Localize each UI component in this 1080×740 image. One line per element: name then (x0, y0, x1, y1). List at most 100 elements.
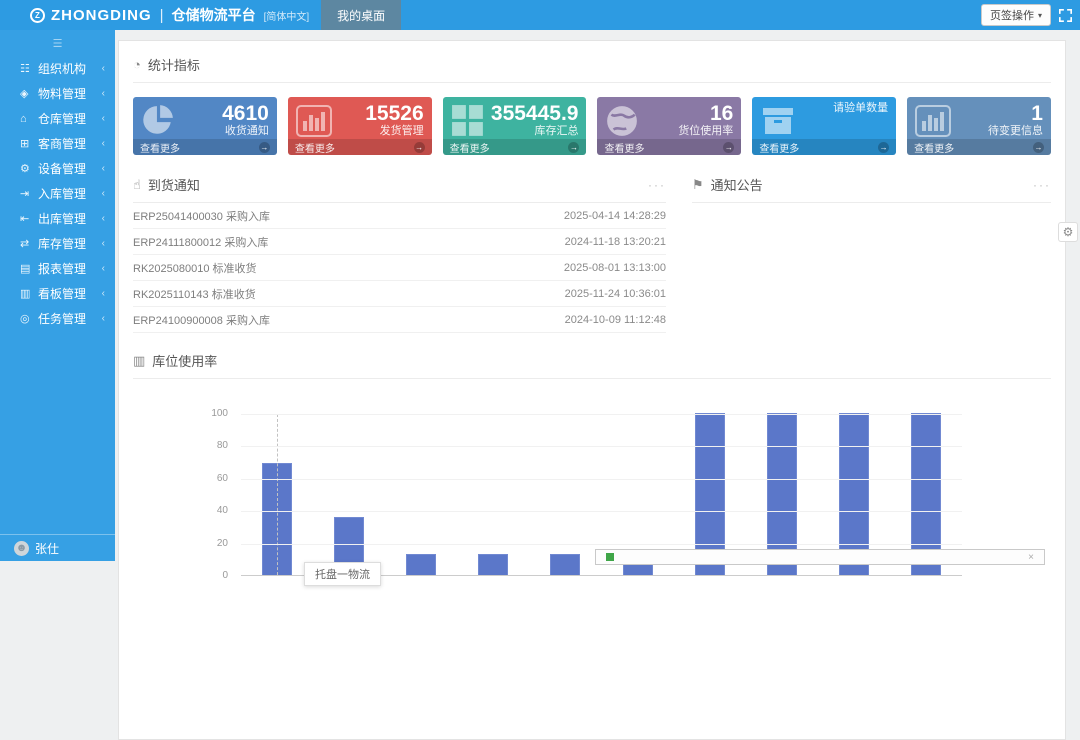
brand-separator: | (160, 7, 164, 24)
tab-actions-button[interactable]: 页签操作 ▾ (981, 4, 1051, 26)
arrival-time: 2025-04-14 14:28:29 (564, 210, 666, 222)
stat-value: 4610 (185, 102, 269, 125)
sidebar-collapse-icon[interactable]: ☰ (0, 30, 115, 56)
stat-value: 1 (959, 102, 1043, 125)
y-axis-tick-label: 20 (133, 538, 228, 549)
bar-chart-icon (296, 102, 340, 139)
sidebar-user[interactable]: ☻ 张仕 (0, 534, 115, 561)
arrow-circle-right-icon: → (414, 142, 425, 153)
outbound-icon: ⇤ (20, 212, 38, 225)
stat-card[interactable]: 16 货位使用率 查看更多 → (597, 97, 741, 155)
stat-cards: 4610 收货通知 查看更多 → 15526 发货管理 查看更多 → (133, 97, 1051, 155)
arrow-circle-right-icon: → (723, 142, 734, 153)
arrival-row[interactable]: ERP25041400030 采购入库 2025-04-14 14:28:29 (133, 203, 666, 229)
locale-switch[interactable]: [简体中文] (264, 8, 310, 23)
arrivals-menu-dots[interactable]: ··· (648, 178, 666, 192)
view-more-link[interactable]: 查看更多 → (443, 139, 587, 155)
sidebar-menu-item[interactable]: ☷ 组织机构 ‹ (0, 56, 115, 81)
sidebar-menu-item[interactable]: ⇤ 出库管理 ‹ (0, 206, 115, 231)
chevron-collapse-icon: ‹ (102, 313, 105, 324)
arrival-row[interactable]: RK2025110143 标准收货 2025-11-24 10:36:01 (133, 281, 666, 307)
sidebar-menu-item[interactable]: ◎ 任务管理 ‹ (0, 306, 115, 331)
view-more-link[interactable]: 查看更多 → (597, 139, 741, 155)
stat-card[interactable]: 1 待变更信息 查看更多 → (907, 97, 1051, 155)
fullscreen-icon[interactable] (1059, 9, 1072, 22)
sidebar-menu-item[interactable]: ⚙ 设备管理 ‹ (0, 156, 115, 181)
arrival-text: RK2025110143 标准收货 (133, 286, 256, 302)
gridline (241, 446, 962, 447)
sidebar-menu-item[interactable]: ⊞ 客商管理 ‹ (0, 131, 115, 156)
sidebar-menu-item[interactable]: ▥ 看板管理 ‹ (0, 281, 115, 306)
arrival-row[interactable]: ERP24100900008 采购入库 2024-10-09 11:12:48 (133, 307, 666, 333)
chevron-collapse-icon: ‹ (102, 138, 105, 149)
bottom-popup-bar[interactable]: × (595, 549, 1045, 565)
stat-card[interactable]: 15526 发货管理 查看更多 → (288, 97, 432, 155)
brand: Z ZHONGDING | 仓储物流平台 [简体中文] (0, 5, 309, 25)
arrival-time: 2024-10-09 11:12:48 (565, 314, 666, 326)
stat-value: 16 (649, 102, 733, 125)
axis-pointer-line (277, 414, 278, 575)
box-icon (760, 102, 804, 139)
stat-label: 库存汇总 (491, 125, 579, 137)
sidebar-menu-item[interactable]: ⇄ 库存管理 ‹ (0, 231, 115, 256)
stat-card[interactable]: 355445.9 库存汇总 查看更多 → (443, 97, 587, 155)
kanban-icon: ▥ (20, 287, 38, 300)
chevron-collapse-icon: ‹ (102, 113, 105, 124)
arrivals-title: 到货通知 (148, 175, 200, 194)
thumbs-up-icon: ☝ (133, 177, 141, 193)
view-more-link[interactable]: 查看更多 → (752, 139, 896, 155)
task-icon: ◎ (20, 312, 38, 325)
gridline (241, 511, 962, 512)
stat-value: 15526 (340, 102, 424, 125)
gauge-icon: ◔ (133, 57, 141, 72)
stat-label: 请验单数量 (804, 102, 888, 114)
view-more-link[interactable]: 查看更多 → (288, 139, 432, 155)
notices-title: 通知公告 (711, 175, 763, 194)
user-name: 张仕 (35, 540, 59, 557)
arrival-row[interactable]: RK2025080010 标准收货 2025-08-01 13:13:00 (133, 255, 666, 281)
notices-menu-dots[interactable]: ··· (1033, 178, 1051, 192)
stat-card[interactable]: 请验单数量 查看更多 → (752, 97, 896, 155)
y-axis-tick-label: 60 (133, 473, 228, 484)
arrow-circle-right-icon: → (1033, 142, 1044, 153)
stat-label: 发货管理 (340, 125, 424, 137)
gridline (241, 479, 962, 480)
sidebar-menu-item[interactable]: ⇥ 入库管理 ‹ (0, 181, 115, 206)
dashboard-panel: ◔ 统计指标 4610 收货通知 查看更多 → 15526 发货管 (118, 40, 1066, 740)
sidebar-menu: ☷ 组织机构 ‹ ◈ 物料管理 ‹ ⌂ 仓库管理 ‹ ⊞ 客商管理 ‹ ⚙ 设备… (0, 56, 115, 331)
arrival-row[interactable]: ERP24111800012 采购入库 2024-11-18 13:20:21 (133, 229, 666, 255)
view-more-link[interactable]: 查看更多 → (907, 139, 1051, 155)
stat-card[interactable]: 4610 收货通知 查看更多 → (133, 97, 277, 155)
chevron-collapse-icon: ‹ (102, 63, 105, 74)
usage-bar[interactable] (550, 554, 580, 575)
grid-icon (451, 102, 491, 139)
arrival-time: 2024-11-18 13:20:21 (565, 236, 666, 248)
report-icon: ▤ (20, 262, 38, 275)
avatar: ☻ (14, 541, 29, 556)
globe-icon (605, 102, 649, 139)
pie-chart-icon (141, 102, 185, 139)
sidebar-menu-item[interactable]: ▤ 报表管理 ‹ (0, 256, 115, 281)
inbound-icon: ⇥ (20, 187, 38, 200)
tab-my-desktop[interactable]: 我的桌面 (321, 0, 401, 30)
chart-tooltip: 托盘一物流 (304, 562, 381, 586)
vendor-icon: ⊞ (20, 137, 38, 150)
usage-bar[interactable] (478, 554, 508, 575)
arrival-text: ERP25041400030 采购入库 (133, 208, 270, 224)
usage-title: 库位使用率 (152, 351, 217, 370)
usage-bar[interactable] (406, 554, 436, 575)
legend-green-icon (606, 553, 614, 561)
stat-label: 收货通知 (185, 125, 269, 137)
org-icon: ☷ (20, 62, 38, 75)
settings-gear-button[interactable]: ⚙ (1058, 222, 1078, 242)
y-axis-tick-label: 80 (133, 440, 228, 451)
brand-logo-icon: Z (30, 8, 45, 23)
gear-icon: ⚙ (1063, 225, 1074, 239)
chevron-collapse-icon: ‹ (102, 263, 105, 274)
tab-actions-label: 页签操作 (990, 7, 1034, 23)
sidebar-menu-item[interactable]: ⌂ 仓库管理 ‹ (0, 106, 115, 131)
bar-chart-icon (915, 102, 959, 139)
sidebar-menu-item[interactable]: ◈ 物料管理 ‹ (0, 81, 115, 106)
view-more-link[interactable]: 查看更多 → (133, 139, 277, 155)
platform-title: 仓储物流平台 (172, 5, 256, 25)
